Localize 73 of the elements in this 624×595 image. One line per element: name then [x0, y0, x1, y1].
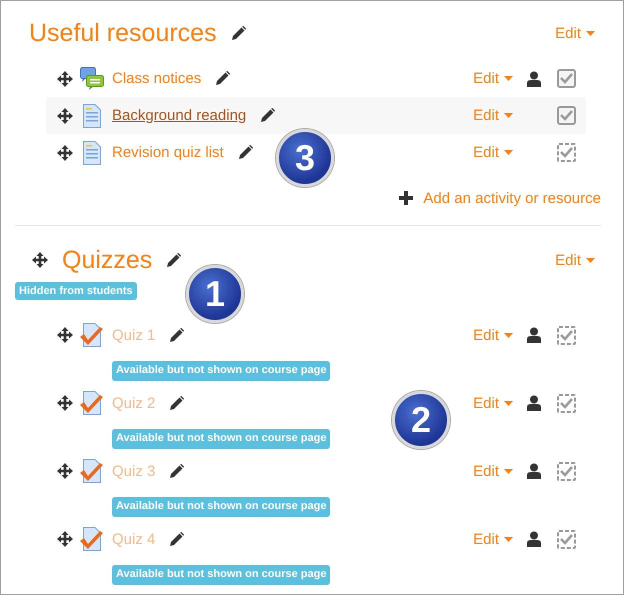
- move-icon[interactable]: [56, 394, 74, 412]
- person-icon[interactable]: [527, 395, 541, 411]
- quiz-icon: [80, 459, 104, 483]
- edit-menu[interactable]: Edit: [473, 326, 513, 344]
- availability-badge: Available but not shown on course page: [112, 361, 330, 381]
- number-callout: 3: [276, 129, 334, 187]
- activity-link[interactable]: Class notices: [112, 70, 202, 87]
- move-icon[interactable]: [56, 70, 74, 88]
- completion-checkbox[interactable]: [557, 106, 576, 125]
- pencil-icon[interactable]: [169, 328, 184, 342]
- activity-link[interactable]: Background reading: [112, 107, 246, 124]
- edit-menu[interactable]: Edit: [473, 107, 513, 124]
- availability-badge: Available but not shown on course page: [112, 429, 330, 449]
- caret-icon: [586, 30, 595, 36]
- edit-menu[interactable]: Edit: [473, 144, 513, 161]
- caret-icon: [504, 536, 513, 542]
- caret-icon: [504, 468, 513, 474]
- pencil-icon[interactable]: [166, 252, 182, 268]
- visibility-badge: Hidden from students: [15, 282, 137, 300]
- move-icon[interactable]: [56, 106, 74, 124]
- pencil-icon[interactable]: [260, 108, 276, 123]
- pencil-icon[interactable]: [230, 26, 246, 40]
- move-icon[interactable]: [56, 530, 74, 548]
- move-icon[interactable]: [56, 144, 74, 162]
- quiz-icon: [80, 391, 104, 415]
- edit-menu[interactable]: Edit: [473, 70, 513, 87]
- completion-checkbox[interactable]: [557, 326, 576, 344]
- activity-link[interactable]: Quiz 3: [112, 462, 156, 480]
- edit-menu[interactable]: Edit: [555, 24, 595, 42]
- availability-badge: Available but not shown on course page: [112, 565, 330, 585]
- activity-link[interactable]: Quiz 4: [112, 530, 156, 548]
- caret-icon: [586, 258, 595, 262]
- caret-icon: [504, 150, 513, 155]
- pencil-icon[interactable]: [169, 532, 184, 546]
- pencil-icon[interactable]: [238, 145, 253, 160]
- move-icon[interactable]: [31, 251, 49, 269]
- completion-checkbox[interactable]: [557, 462, 576, 480]
- completion-checkbox[interactable]: [557, 530, 576, 548]
- edit-menu[interactable]: Edit: [473, 530, 513, 548]
- number-callout: 2: [392, 391, 450, 449]
- section-title: Quizzes: [62, 246, 152, 274]
- person-icon[interactable]: [527, 463, 541, 479]
- caret-icon: [504, 113, 513, 118]
- person-icon[interactable]: [527, 327, 541, 343]
- availability-badge: Available but not shown on course page: [112, 497, 330, 517]
- move-icon[interactable]: [56, 326, 74, 344]
- pencil-icon[interactable]: [169, 464, 184, 478]
- pencil-icon[interactable]: [215, 71, 230, 86]
- edit-menu[interactable]: Edit: [473, 462, 513, 480]
- activity-link[interactable]: Revision quiz list: [112, 144, 224, 161]
- caret-icon: [504, 76, 513, 81]
- speech-bubbles-icon: [80, 66, 104, 90]
- person-icon[interactable]: [527, 531, 541, 547]
- document-icon: [80, 104, 104, 128]
- quiz-icon: [80, 527, 104, 551]
- edit-menu[interactable]: Edit: [473, 394, 513, 412]
- quiz-icon: [80, 323, 104, 347]
- add-activity-link[interactable]: Add an activity or resource: [399, 186, 601, 210]
- caret-icon: [504, 332, 513, 338]
- completion-checkbox[interactable]: [557, 394, 576, 412]
- number-callout: 1: [186, 265, 244, 323]
- person-icon[interactable]: [527, 70, 541, 86]
- document-icon: [80, 140, 104, 164]
- edit-menu[interactable]: Edit: [555, 252, 595, 268]
- activity-link[interactable]: Quiz 2: [112, 394, 156, 412]
- completion-checkbox[interactable]: [557, 69, 576, 88]
- pencil-icon[interactable]: [169, 396, 184, 410]
- move-icon[interactable]: [56, 462, 74, 480]
- plus-icon: [399, 191, 414, 205]
- activity-link[interactable]: Quiz 1: [112, 326, 156, 344]
- completion-checkbox[interactable]: [557, 143, 576, 162]
- caret-icon: [504, 400, 513, 406]
- section-title: Useful resources: [29, 18, 217, 48]
